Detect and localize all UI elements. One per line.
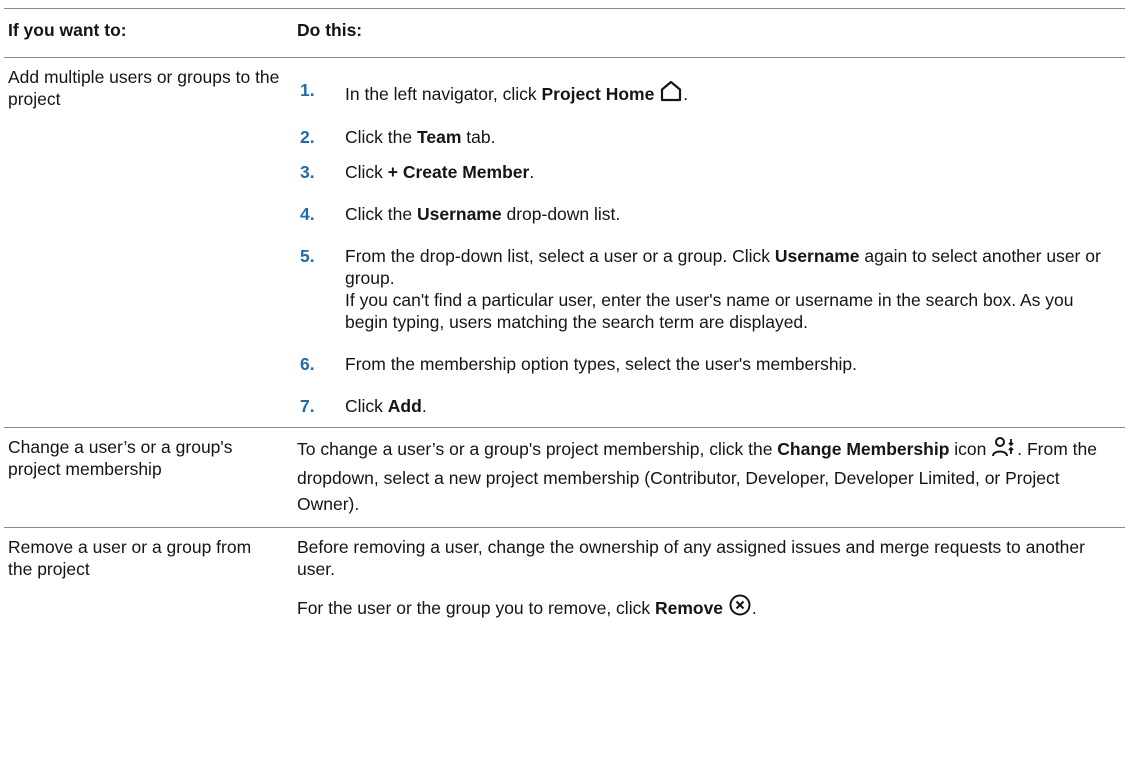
- change-membership-text: Change Membership: [777, 439, 950, 459]
- step-number: 2.: [300, 127, 315, 147]
- task-table: If you want to: Do this: Add multiple us…: [4, 8, 1125, 622]
- project-home-link-text: Project Home: [541, 84, 655, 104]
- step-5: 5. From the drop-down list, select a use…: [300, 246, 1101, 332]
- header-do: Do this:: [287, 8, 1125, 58]
- step-number: 1.: [300, 80, 315, 100]
- home-icon: [659, 79, 683, 108]
- step-7: 7. Click Add.: [300, 396, 427, 416]
- do-cell: Before removing a user, change the owner…: [287, 528, 1125, 623]
- do-cell: 1. In the left navigator, click Project …: [287, 57, 1125, 428]
- step-number: 6.: [300, 354, 315, 374]
- header-want: If you want to:: [4, 8, 287, 58]
- table-row-remove-member: Remove a user or a group from the projec…: [4, 528, 1125, 623]
- step-number: 5.: [300, 246, 315, 266]
- step-3: 3. Click + Create Member.: [300, 162, 535, 182]
- step-4: 4. Click the Username drop-down list.: [300, 204, 621, 224]
- step-2: 2. Click the Team tab.: [300, 127, 496, 147]
- header-row: If you want to: Do this:: [4, 8, 1125, 58]
- remove-intro: Before removing a user, change the owner…: [297, 537, 1085, 579]
- steps-list: 1. In the left navigator, click Project …: [297, 58, 1115, 427]
- want-cell: Add multiple users or groups to the proj…: [4, 57, 287, 428]
- step-1: 1. In the left navigator, click Project …: [297, 58, 1115, 116]
- step-5-note: If you can't find a particular user, ent…: [345, 290, 1074, 332]
- remove-text: Remove: [654, 598, 724, 618]
- table-row-change-membership: Change a user’s or a group's project mem…: [4, 427, 1125, 528]
- table-row-add-members: Add multiple users or groups to the proj…: [4, 57, 1125, 428]
- step-number: 3.: [300, 162, 315, 182]
- remove-instruction: For the user or the group you to remove,…: [297, 593, 1115, 622]
- do-cell: To change a user’s or a group's project …: [287, 427, 1125, 528]
- step-6: 6. From the membership option types, sel…: [300, 354, 858, 374]
- change-membership-icon: [991, 436, 1017, 465]
- remove-circle-icon: [728, 593, 752, 622]
- step-number: 7.: [300, 396, 315, 416]
- want-cell: Change a user’s or a group's project mem…: [4, 427, 287, 528]
- want-cell: Remove a user or a group from the projec…: [8, 537, 252, 579]
- step-number: 4.: [300, 204, 315, 224]
